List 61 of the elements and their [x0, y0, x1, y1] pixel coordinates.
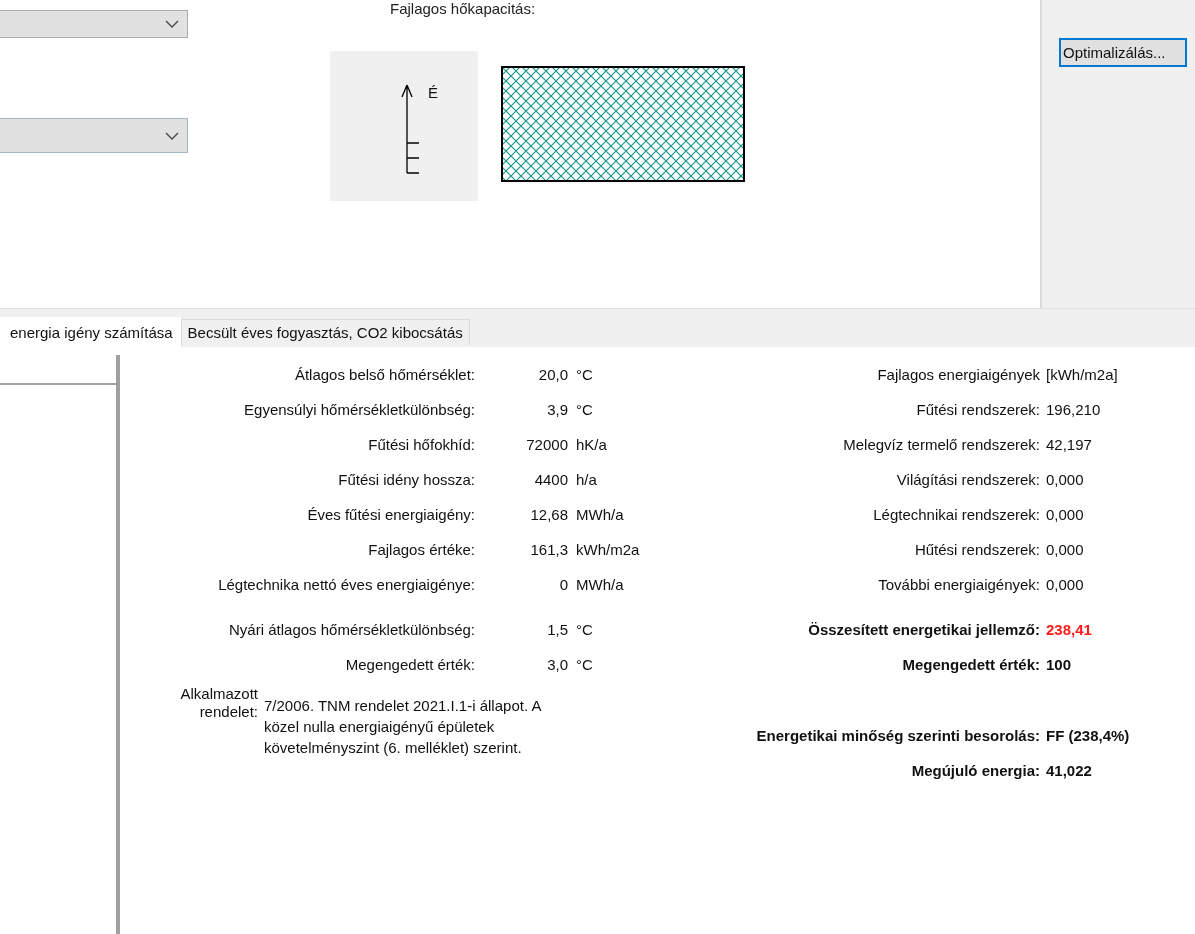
field-label: Megengedett érték:	[344, 656, 475, 673]
field-value: 20,0	[537, 366, 568, 383]
field-value: 161,3	[529, 541, 568, 558]
compass-label: É	[428, 84, 438, 101]
unit-label: hK/a	[575, 436, 608, 453]
field-label: Nyári átlagos hőmérsékletkülönbség:	[228, 621, 475, 638]
unit-label: h/a	[575, 471, 598, 488]
field-value: 4400	[533, 471, 568, 488]
field-label: Melegvíz termelő rendszerek:	[842, 436, 1040, 453]
field-label: Fűtési idény hossza:	[337, 471, 475, 488]
field-label: Megengedett érték:	[901, 656, 1040, 673]
tab[interactable]: energia igény számítása	[0, 317, 181, 347]
field-label: Fajlagos értéke:	[367, 541, 475, 558]
unit-label: MWh/a	[575, 576, 625, 593]
field-value: [kWh/m2a]	[1045, 366, 1119, 383]
unit-label: °C	[575, 366, 594, 383]
dropdown[interactable]	[0, 118, 188, 153]
field-value: 0,000	[1045, 506, 1085, 523]
optimize-button[interactable]: Optimalizálás...	[1059, 38, 1187, 67]
chevron-icon	[165, 20, 179, 28]
unit-label: °C	[575, 656, 594, 673]
dropdown[interactable]	[0, 10, 188, 38]
field-value: 238,41	[1045, 621, 1093, 638]
field-value: 0	[558, 576, 568, 593]
unit-label: MWh/a	[575, 506, 625, 523]
field-value: 100	[1045, 656, 1073, 673]
field-label: Fajlagos energiaigények	[876, 366, 1040, 383]
field-value: 0,000	[1045, 576, 1085, 593]
field-value: 12,68	[529, 506, 568, 523]
field-label: Energetikai minőség szerinti besorolás:	[755, 727, 1040, 744]
field-value: 3,9	[546, 401, 568, 418]
field-value: 72000	[525, 436, 568, 453]
field-value: FF (238,4%)	[1045, 727, 1131, 744]
chevron-icon	[165, 131, 179, 140]
field-value: 1,5	[546, 621, 568, 638]
field-label: Éves fűtési energiaigény:	[306, 506, 475, 523]
field-value: 0,000	[1045, 541, 1085, 558]
unit-label: °C	[575, 621, 594, 638]
regulation-text: 7/2006. TNM rendelet 2021.I.1-i állapot. A közel nulla energiaigényű épületek követelményszint (6. melléklet) szerint.	[264, 696, 543, 758]
field-value: 42,197	[1045, 436, 1093, 453]
field-label: További energiaigények:	[877, 576, 1040, 593]
unit-label: °C	[575, 401, 594, 418]
unit-label: kWh/m2a	[575, 541, 641, 558]
field-label: Átlagos belső hőmérséklet:	[293, 366, 475, 383]
field-value: 41,022	[1045, 762, 1093, 779]
tab[interactable]: Becsült éves fogyasztás, CO2 kibocsátás	[180, 319, 470, 345]
field-label: Légtechnika nettó éves energiaigénye:	[217, 576, 475, 593]
field-value: 196,210	[1045, 401, 1102, 418]
field-label: Megújuló energia:	[910, 762, 1040, 779]
field-value: 0,000	[1045, 471, 1085, 488]
field-label: Alkalmazott rendelet:	[179, 685, 258, 722]
field-label: Összesített energetikai jellemző:	[807, 621, 1040, 638]
field-label: Egyensúlyi hőmérsékletkülönbség:	[243, 401, 475, 418]
field-value: 3,0	[546, 656, 568, 673]
field-label: Fűtési hőfokhíd:	[367, 436, 475, 453]
field-label: Fajlagos hőkapacitás:	[390, 0, 537, 18]
field-label: Légtechnikai rendszerek:	[872, 506, 1040, 523]
field-label: Világítási rendszerek:	[895, 471, 1040, 488]
field-label: Fűtési rendszerek:	[915, 401, 1040, 418]
north-arrow-icon	[401, 83, 421, 175]
field-label: Hűtési rendszerek:	[913, 541, 1040, 558]
